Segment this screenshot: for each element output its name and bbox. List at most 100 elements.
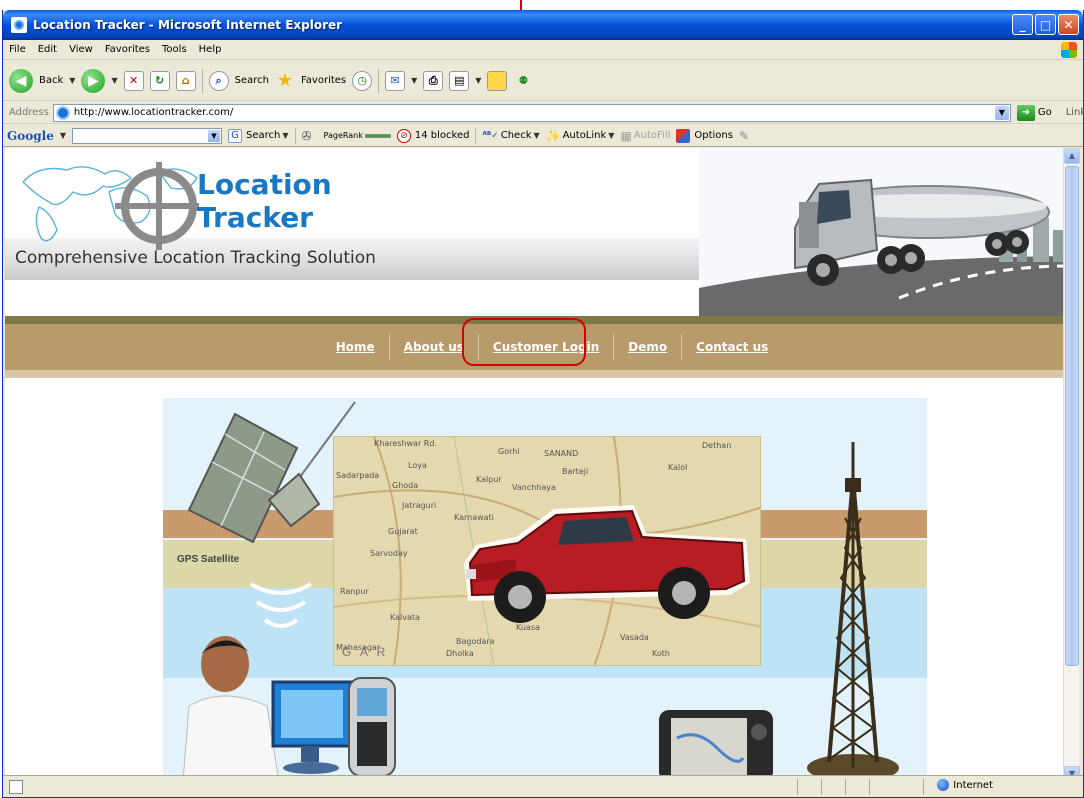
status-separator: [845, 779, 846, 795]
favorites-button[interactable]: Favorites: [301, 75, 346, 86]
mail-dropdown-icon[interactable]: ▼: [411, 76, 417, 85]
address-dropdown-icon[interactable]: ▼: [994, 105, 1009, 120]
stop-icon[interactable]: ✕: [123, 70, 144, 91]
go-button[interactable]: ➜ Go: [1016, 104, 1052, 121]
back-arrow-icon[interactable]: ◀: [9, 68, 33, 93]
navbar-bottom-stripe: [5, 370, 1069, 378]
google-logo[interactable]: Google: [7, 129, 54, 143]
favorites-star-icon[interactable]: ★: [275, 70, 295, 91]
highlight-pencil-icon[interactable]: ✎: [739, 129, 749, 143]
news-icon[interactable]: ✇: [302, 129, 316, 143]
go-label[interactable]: Go: [1038, 107, 1052, 118]
address-bar: Address http://www.locationtracker.com/ …: [3, 102, 1084, 124]
standard-toolbar: ◀ Back ▼ ▶ ▼ ✕ ↻ ⌂ ⌕ Search ★ Favorites …: [3, 61, 1083, 101]
google-search-input[interactable]: ▼: [72, 127, 222, 144]
google-search-dropdown[interactable]: ▼: [282, 131, 288, 140]
folder-icon[interactable]: [487, 70, 508, 91]
google-search-button[interactable]: G Search ▼: [228, 128, 289, 143]
nav-contact-us[interactable]: Contact us: [682, 340, 782, 354]
map-label: Kalvata: [390, 613, 420, 622]
options-icon: [676, 128, 691, 143]
options-button[interactable]: Options: [676, 128, 733, 143]
check-dropdown-icon[interactable]: ▼: [533, 131, 539, 140]
googlebar-separator: [294, 127, 296, 144]
google-g-icon: G: [228, 128, 242, 143]
go-arrow-icon[interactable]: ➜: [1016, 104, 1035, 121]
person-image: [183, 636, 280, 782]
menu-bar: File Edit View Favorites Tools Help: [3, 40, 1083, 60]
nav-home[interactable]: Home: [322, 340, 389, 354]
menu-view[interactable]: View: [69, 44, 93, 55]
spellcheck-button[interactable]: ᴬᴮ✓ Check ▼: [482, 130, 539, 141]
menu-file[interactable]: File: [9, 44, 26, 55]
security-zone[interactable]: Internet: [937, 779, 993, 791]
home-icon[interactable]: ⌂: [175, 70, 196, 91]
back-button[interactable]: Back: [39, 75, 63, 86]
google-search-dropdown-icon[interactable]: ▼: [208, 129, 220, 142]
edit-dropdown-icon[interactable]: ▼: [475, 76, 481, 85]
autofill-icon: ▦: [620, 128, 632, 143]
links-button[interactable]: Links: [1066, 107, 1084, 118]
address-input[interactable]: http://www.locationtracker.com/ ▼: [52, 103, 1011, 122]
search-icon[interactable]: ⌕: [208, 70, 229, 91]
autolink-dropdown-icon[interactable]: ▼: [608, 131, 614, 140]
autolink-wand-icon: ✨: [545, 128, 561, 143]
map-label: Bagodara: [456, 637, 495, 646]
nav-demo[interactable]: Demo: [614, 340, 681, 354]
close-button[interactable]: ✕: [1058, 14, 1079, 35]
map-label: Dethan: [702, 441, 732, 450]
autolink-button[interactable]: ✨ AutoLink ▼: [546, 129, 615, 143]
search-button[interactable]: Search: [235, 75, 269, 86]
google-search-label[interactable]: Search: [246, 130, 280, 141]
status-separator: [923, 779, 924, 795]
menu-help[interactable]: Help: [199, 44, 222, 55]
options-label[interactable]: Options: [694, 130, 733, 141]
pagerank-bar: [364, 133, 391, 138]
print-icon[interactable]: ⎙: [423, 70, 444, 91]
site-header: Location Tracker Comprehensive Location …: [5, 148, 1069, 316]
map-label: Sadarpada: [336, 471, 380, 480]
autofill-label[interactable]: AutoFill: [634, 130, 671, 141]
refresh-icon[interactable]: ↻: [149, 70, 170, 91]
popup-blocked-icon: ⊘: [396, 128, 411, 143]
messenger-icon[interactable]: ⚉: [513, 71, 533, 91]
forward-arrow-icon[interactable]: ▶: [81, 68, 106, 93]
map-label: Vanchhaya: [512, 483, 556, 492]
forward-dropdown-icon[interactable]: ▼: [111, 76, 117, 85]
popup-blocker[interactable]: ⊘ 14 blocked: [396, 128, 470, 143]
pagerank-indicator[interactable]: PageRank: [324, 131, 391, 140]
address-label: Address: [9, 107, 49, 118]
address-url[interactable]: http://www.locationtracker.com/: [74, 107, 233, 118]
globe-logo-icon: [22, 162, 199, 250]
status-bar: Internet: [3, 775, 1083, 797]
page-icon: [55, 105, 70, 120]
menu-favorites[interactable]: Favorites: [105, 44, 150, 55]
edit-icon[interactable]: ▤: [449, 70, 470, 91]
autofill-button[interactable]: ▦ AutoFill: [620, 129, 670, 143]
autolink-label[interactable]: AutoLink: [563, 130, 607, 141]
map-label: Gujarat: [388, 527, 418, 536]
site-logo-text[interactable]: Location Tracker: [197, 168, 332, 234]
minimize-button[interactable]: _: [1012, 14, 1033, 35]
windows-logo-icon: [1061, 42, 1077, 58]
maximize-button[interactable]: □: [1035, 14, 1056, 35]
vertical-scrollbar[interactable]: ▲ ▼: [1063, 148, 1080, 782]
map-label: Gorhi: [498, 447, 520, 456]
blocked-count: 14 blocked: [414, 130, 470, 141]
browser-window: Location Tracker - Microsoft Internet Ex…: [2, 10, 1084, 798]
mail-icon[interactable]: ✉: [385, 70, 406, 91]
title-bar[interactable]: Location Tracker - Microsoft Internet Ex…: [3, 10, 1083, 40]
zone-label: Internet: [953, 779, 993, 791]
scrollbar-thumb[interactable]: [1065, 166, 1079, 666]
map-label: Dholka: [446, 649, 474, 658]
menu-tools[interactable]: Tools: [162, 44, 187, 55]
back-dropdown-icon[interactable]: ▼: [69, 76, 75, 85]
pickup-truck-image: [464, 505, 750, 623]
check-label[interactable]: Check: [501, 130, 532, 141]
google-menu-icon[interactable]: ▼: [60, 131, 66, 140]
history-icon[interactable]: ◷: [352, 70, 373, 91]
gps-satellite-label: GPS Satellite: [177, 554, 240, 565]
tanker-truck-image: [699, 148, 1069, 316]
menu-edit[interactable]: Edit: [38, 44, 57, 55]
scroll-up-icon[interactable]: ▲: [1064, 148, 1080, 164]
